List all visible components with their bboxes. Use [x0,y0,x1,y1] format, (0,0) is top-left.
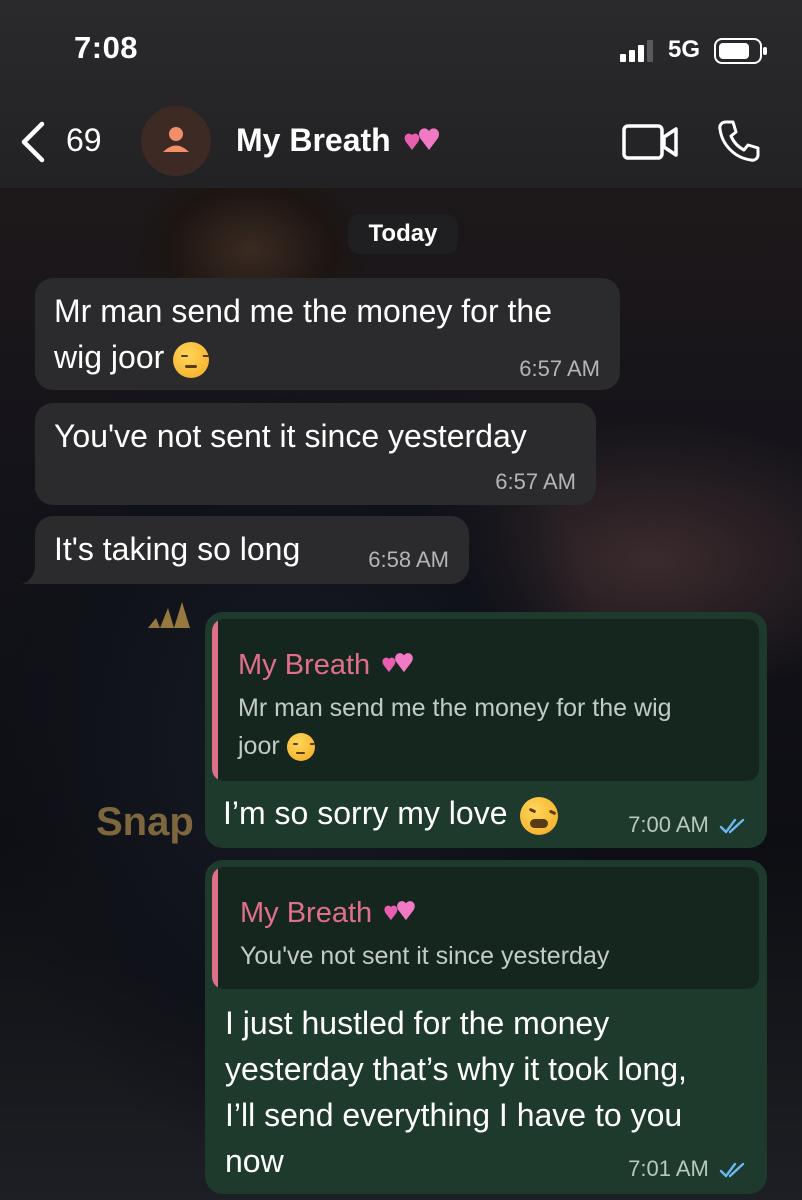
quoted-message[interactable]: My Breath You've not sent it since yeste… [212,867,759,989]
person-icon [163,127,189,152]
quote-sender: My Breath [240,897,373,929]
quote-accent-bar [212,619,218,781]
status-time: 7:08 [74,30,139,65]
back-chevron-icon [21,121,45,163]
double-check-icon [719,818,745,834]
video-call-button[interactable] [622,122,680,162]
incoming-message[interactable]: You've not sent it since yesterday 6:57 … [35,403,596,505]
avatar[interactable] [141,106,211,176]
wallpaper-text: Snap [96,800,194,844]
tired-face-emoji [520,796,559,835]
message-time: 6:58 AM [368,547,449,572]
wallpaper-logo-icon [148,602,190,628]
message-time: 6:57 AM [495,469,576,494]
two-hearts-icon [404,127,439,150]
message-text: yesterday that’s why it took long, [225,1051,687,1087]
unamused-face-emoji [173,341,210,378]
contact-name[interactable]: My Breath [236,122,440,160]
battery-icon [714,38,767,64]
contact-name-text: My Breath [236,122,391,158]
message-text: wig joor [54,339,165,375]
quoted-message[interactable]: My Breath Mr man send me the money for t… [212,619,759,781]
outgoing-message[interactable]: My Breath Mr man send me the money for t… [205,612,767,848]
double-check-icon [719,1162,745,1178]
quote-text: You've not sent it since yesterday [240,942,610,970]
message-text: Mr man send me the money for the [54,293,552,329]
bubble-tail [22,566,40,584]
phone-call-button[interactable] [716,118,762,164]
date-separator: Today [348,214,458,254]
signal-icon [620,40,653,62]
back-button[interactable]: 69 [18,118,118,166]
message-text: You've not sent it since yesterday [54,418,527,454]
message-time: 7:00 AM [628,812,709,837]
quote-text: Mr man send me the money for the wig [238,694,672,722]
chat-header: 7:08 5G 69 My Breath [0,0,802,188]
two-hearts-icon [382,653,414,673]
message-text: It's taking so long [54,531,301,567]
message-time: 6:57 AM [519,356,600,381]
network-type: 5G [668,36,701,63]
unread-count: 69 [66,122,102,158]
message-text: I’m so sorry my love [223,795,508,831]
quote-text: joor [238,732,280,760]
quote-sender: My Breath [238,649,371,681]
message-text: now [225,1143,284,1179]
message-text: I’ll send everything I have to you [225,1097,683,1133]
outgoing-message[interactable]: My Breath You've not sent it since yeste… [205,860,767,1194]
incoming-message[interactable]: Mr man send me the money for the wig joo… [35,278,620,390]
two-hearts-icon [384,901,416,921]
message-time: 7:01 AM [628,1156,709,1181]
incoming-message[interactable]: It's taking so long 6:58 AM [35,516,469,584]
quote-accent-bar [212,867,218,989]
unamused-face-emoji [286,733,315,762]
message-text: I just hustled for the money [225,1005,610,1041]
